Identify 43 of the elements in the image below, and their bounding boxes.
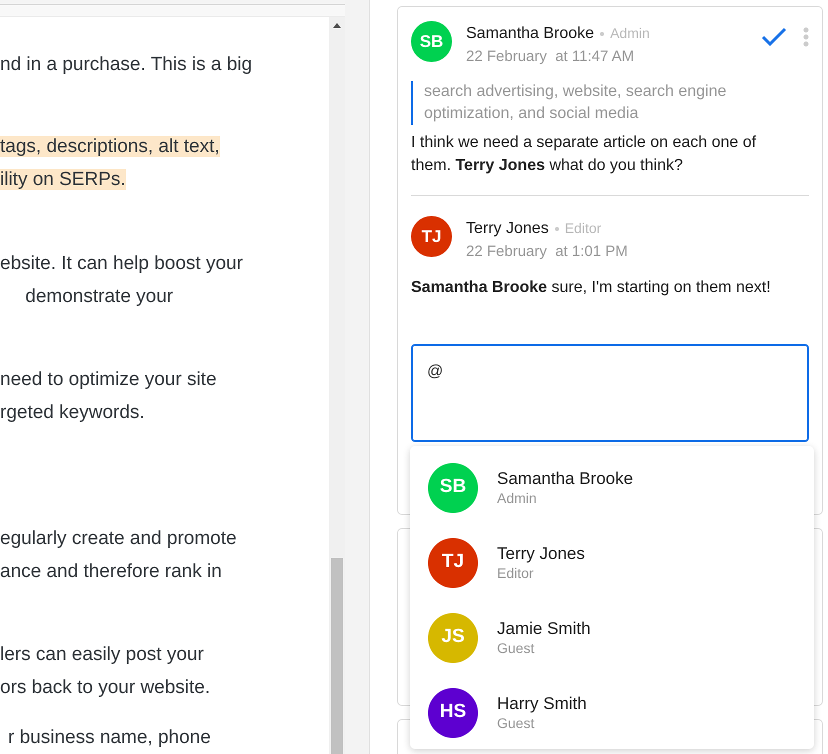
avatar: TJ — [428, 538, 478, 588]
comment-date: 22 February at 1:01 PM — [466, 242, 629, 262]
mention-option[interactable]: TJ Terry Jones Editor — [410, 524, 814, 599]
text-line: demonstrate your — [24, 286, 174, 307]
text-line: r business name, phone — [8, 727, 211, 748]
separator-dot-icon — [554, 226, 559, 230]
user-name: Samantha Brooke — [497, 468, 634, 488]
scroll-up-icon[interactable] — [333, 23, 341, 28]
user-role: Guest — [497, 638, 536, 656]
comment-date: 22 February at 11:47 AM — [466, 47, 636, 67]
user-name: Harry Smith — [497, 694, 587, 714]
avatar: SB — [411, 21, 452, 62]
avatar: HS — [428, 688, 478, 738]
user-role: Admin — [497, 488, 538, 506]
avatar: TJ — [411, 216, 452, 257]
user-role: Editor — [497, 564, 535, 582]
avatar: JS — [428, 612, 478, 662]
text-line: ance and therefore rank in — [0, 561, 222, 582]
author-role: Admin — [610, 24, 650, 43]
text-line: egularly create and promote — [0, 528, 237, 549]
separator-dot-icon — [600, 32, 604, 36]
quoted-text: search advertising, website, search engine optimization, and social media — [411, 81, 809, 125]
mention-option[interactable]: SB Samantha Brooke Admin — [410, 449, 814, 524]
text-line: ebsite. It can help boost your — [0, 253, 243, 274]
check-icon[interactable] — [761, 27, 787, 47]
author-name: Samantha Brooke — [466, 24, 594, 44]
text-line: ors back to your website. — [0, 677, 210, 698]
text-line: rgeted keywords. — [0, 402, 145, 423]
comment-text: Samantha Brooke sure, I'm starting on them next! — [411, 278, 772, 298]
scrollbar-thumb[interactable] — [331, 558, 343, 754]
text-line: lers can easily post your — [0, 644, 204, 665]
reply-field[interactable]: @ — [411, 344, 809, 442]
author-role: Editor — [564, 219, 602, 238]
user-role: Guest — [497, 714, 536, 732]
mention-option[interactable]: HS Harry Smith Guest — [410, 674, 814, 749]
text-line: nd in a purchase. This is a big — [0, 54, 252, 75]
text-line: need to optimize your site — [0, 369, 217, 390]
comment-text: I think we need a separate article on each one of them. Terry Jones what do you think? — [411, 133, 758, 176]
avatar: SB — [428, 462, 478, 512]
user-name: Jamie Smith — [497, 618, 591, 638]
author-name: Terry Jones — [466, 219, 549, 239]
user-name: Terry Jones — [497, 544, 585, 564]
mention-option[interactable]: JS Jamie Smith Guest — [410, 599, 814, 674]
